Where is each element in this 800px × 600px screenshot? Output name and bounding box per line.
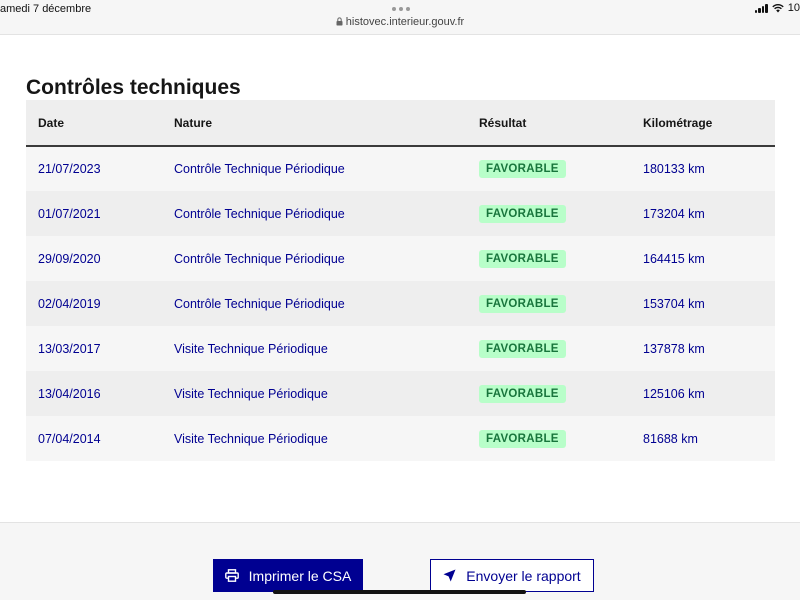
status-indicators: 10 <box>754 2 800 14</box>
wifi-icon <box>772 3 784 13</box>
table-row: 02/04/2019 Contrôle Technique Périodique… <box>26 281 775 326</box>
cell-mileage: 81688 km <box>643 431 698 446</box>
cell-nature: Contrôle Technique Périodique <box>174 251 345 266</box>
column-header-date: Date <box>38 115 65 130</box>
cell-date: 07/04/2014 <box>38 431 101 446</box>
inspection-card: Contrôles techniques Date Nature Résulta… <box>0 34 800 523</box>
cell-mileage: 173204 km <box>643 206 705 221</box>
cell-result: FAVORABLE <box>467 326 631 371</box>
battery-level: 10 <box>787 2 800 14</box>
cell-result: FAVORABLE <box>467 236 631 281</box>
home-indicator[interactable] <box>273 590 526 594</box>
cell-date: 29/09/2020 <box>38 251 101 266</box>
cell-nature: Visite Technique Périodique <box>174 386 328 401</box>
cell-nature: Visite Technique Périodique <box>174 431 328 446</box>
table-row: 13/03/2017 Visite Technique Périodique F… <box>26 326 775 371</box>
print-csa-button[interactable]: Imprimer le CSA <box>213 559 363 592</box>
cell-date: 13/03/2017 <box>38 341 101 356</box>
cell-result: FAVORABLE <box>467 371 631 416</box>
cell-result: FAVORABLE <box>467 146 631 191</box>
result-badge: FAVORABLE <box>479 160 566 178</box>
cell-mileage: 180133 km <box>643 162 705 176</box>
table-row: 01/07/2021 Contrôle Technique Périodique… <box>26 191 775 236</box>
send-report-label: Envoyer le rapport <box>466 567 581 584</box>
print-csa-label: Imprimer le CSA <box>248 567 352 584</box>
cell-mileage: 153704 km <box>643 296 705 311</box>
column-header-nature: Nature <box>174 115 213 130</box>
send-icon <box>443 569 456 582</box>
send-report-button[interactable]: Envoyer le rapport <box>430 559 594 592</box>
result-badge: FAVORABLE <box>479 204 566 223</box>
tab-overview-dots-icon[interactable] <box>392 7 410 11</box>
cell-nature: Visite Technique Périodique <box>174 341 328 356</box>
table-body: 21/07/2023 Contrôle Technique Périodique… <box>26 146 775 461</box>
result-badge: FAVORABLE <box>479 384 566 403</box>
inspections-table: Date Nature Résultat Kilométrage 21/07/2… <box>26 100 775 461</box>
table-row: 07/04/2014 Visite Technique Périodique F… <box>26 416 775 461</box>
cell-nature: Contrôle Technique Périodique <box>174 206 345 221</box>
address-bar[interactable]: histovec.interieur.gouv.fr <box>0 16 800 29</box>
table-row: 13/04/2016 Visite Technique Périodique F… <box>26 371 775 416</box>
cell-date: 21/07/2023 <box>38 162 101 176</box>
cell-result: FAVORABLE <box>467 191 631 236</box>
printer-icon <box>224 569 239 582</box>
result-badge: FAVORABLE <box>479 294 566 313</box>
url-text: histovec.interieur.gouv.fr <box>345 16 465 28</box>
cell-date: 02/04/2019 <box>38 296 101 311</box>
cell-nature: Contrôle Technique Périodique <box>174 296 345 311</box>
result-badge: FAVORABLE <box>479 339 566 358</box>
table-header: Date Nature Résultat Kilométrage <box>26 100 775 146</box>
cell-mileage: 137878 km <box>643 341 705 356</box>
cell-mileage: 164415 km <box>643 251 705 266</box>
column-header-mileage: Kilométrage <box>643 115 713 130</box>
result-badge: FAVORABLE <box>479 249 566 268</box>
result-badge: FAVORABLE <box>479 429 566 448</box>
table-row: 29/09/2020 Contrôle Technique Périodique… <box>26 236 775 281</box>
cell-date: 01/07/2021 <box>38 206 101 221</box>
cell-result: FAVORABLE <box>467 281 631 326</box>
cell-nature: Contrôle Technique Périodique <box>174 162 345 176</box>
cell-date: 13/04/2016 <box>38 386 101 401</box>
cell-result: FAVORABLE <box>467 416 631 461</box>
page-title: Contrôles techniques <box>26 76 241 99</box>
status-date: amedi 7 décembre <box>0 3 92 15</box>
lock-icon <box>336 17 343 29</box>
column-header-result: Résultat <box>479 115 527 130</box>
signal-icon <box>754 3 768 13</box>
cell-mileage: 125106 km <box>643 386 705 401</box>
table-row: 21/07/2023 Contrôle Technique Périodique… <box>26 146 775 191</box>
